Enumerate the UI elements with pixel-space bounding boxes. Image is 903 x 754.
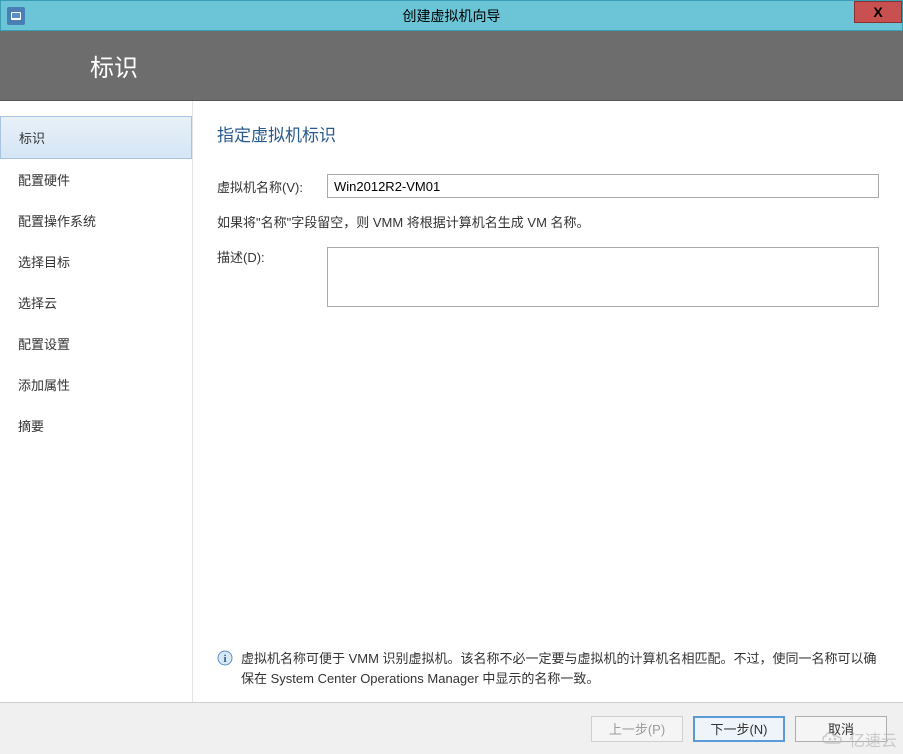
sidebar-item-target[interactable]: 选择目标 bbox=[0, 241, 192, 282]
main-panel: 指定虚拟机标识 虚拟机名称(V): 如果将"名称"字段留空，则 VMM 将根据计… bbox=[193, 101, 903, 702]
sidebar-item-identity[interactable]: 标识 bbox=[0, 116, 192, 159]
sidebar-item-label: 配置设置 bbox=[18, 337, 70, 352]
sidebar-item-summary[interactable]: 摘要 bbox=[0, 405, 192, 446]
description-input[interactable] bbox=[327, 247, 879, 307]
info-icon: i bbox=[217, 650, 233, 666]
sidebar: 标识 配置硬件 配置操作系统 选择目标 选择云 配置设置 添加属性 摘要 bbox=[0, 101, 193, 702]
header-banner: 标识 bbox=[0, 31, 903, 101]
prev-button[interactable]: 上一步(P) bbox=[591, 716, 683, 742]
titlebar: 创建虚拟机向导 X bbox=[0, 0, 903, 31]
vm-name-help-text: 如果将"名称"字段留空，则 VMM 将根据计算机名生成 VM 名称。 bbox=[217, 212, 879, 231]
svg-text:i: i bbox=[223, 653, 226, 665]
sidebar-item-os[interactable]: 配置操作系统 bbox=[0, 200, 192, 241]
sidebar-item-properties[interactable]: 添加属性 bbox=[0, 364, 192, 405]
window-title: 创建虚拟机向导 bbox=[403, 6, 501, 26]
sidebar-item-label: 添加属性 bbox=[18, 378, 70, 393]
sidebar-item-label: 配置操作系统 bbox=[18, 214, 96, 229]
vm-name-input[interactable] bbox=[327, 174, 879, 198]
footer: 上一步(P) 下一步(N) 取消 bbox=[0, 702, 903, 754]
sidebar-item-hardware[interactable]: 配置硬件 bbox=[0, 159, 192, 200]
sidebar-item-label: 标识 bbox=[19, 131, 45, 146]
info-text: 虚拟机名称可便于 VMM 识别虚拟机。该名称不必一定要与虚拟机的计算机名相匹配。… bbox=[241, 649, 879, 688]
sidebar-item-label: 配置硬件 bbox=[18, 173, 70, 188]
section-title: 指定虚拟机标识 bbox=[217, 121, 879, 146]
cancel-button[interactable]: 取消 bbox=[795, 716, 887, 742]
sidebar-item-label: 摘要 bbox=[18, 419, 44, 434]
next-button[interactable]: 下一步(N) bbox=[693, 716, 785, 742]
sidebar-item-settings[interactable]: 配置设置 bbox=[0, 323, 192, 364]
description-label: 描述(D): bbox=[217, 247, 327, 266]
sidebar-item-label: 选择云 bbox=[18, 296, 57, 311]
sidebar-item-label: 选择目标 bbox=[18, 255, 70, 270]
sidebar-item-cloud[interactable]: 选择云 bbox=[0, 282, 192, 323]
vm-name-label: 虚拟机名称(V): bbox=[217, 177, 327, 196]
info-box: i 虚拟机名称可便于 VMM 识别虚拟机。该名称不必一定要与虚拟机的计算机名相匹… bbox=[217, 649, 879, 688]
page-title: 标识 bbox=[90, 48, 138, 83]
close-button[interactable]: X bbox=[854, 1, 902, 23]
content-wrapper: 标识 配置硬件 配置操作系统 选择目标 选择云 配置设置 添加属性 摘要 指定虚… bbox=[0, 101, 903, 702]
app-icon bbox=[7, 7, 25, 25]
vm-name-row: 虚拟机名称(V): bbox=[217, 174, 879, 198]
close-icon: X bbox=[873, 4, 882, 20]
description-row: 描述(D): bbox=[217, 247, 879, 307]
